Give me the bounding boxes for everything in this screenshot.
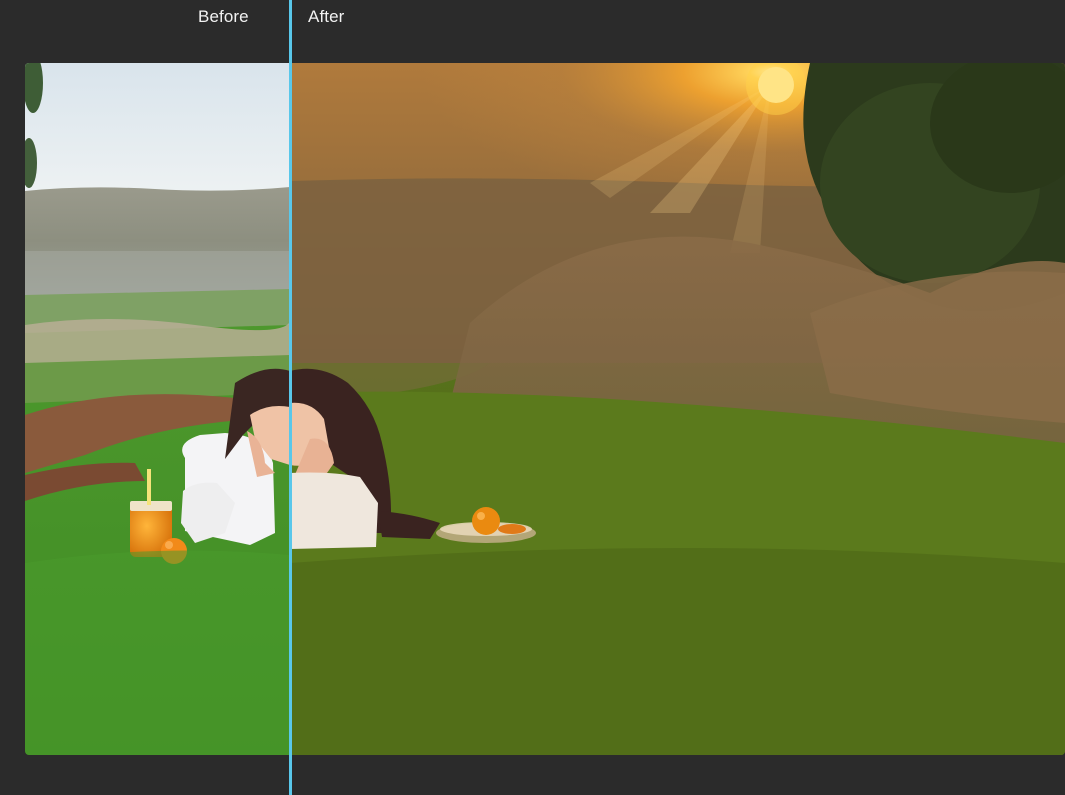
image-canvas[interactable] <box>25 63 1065 755</box>
after-photo-illustration <box>290 63 1065 755</box>
after-image <box>290 63 1065 755</box>
before-label: Before <box>198 7 249 26</box>
before-photo-illustration <box>25 63 290 755</box>
before-image <box>25 63 290 755</box>
split-divider-handle[interactable] <box>289 0 292 795</box>
after-label: After <box>308 7 345 26</box>
before-after-compare-view: Before After <box>0 0 1065 795</box>
